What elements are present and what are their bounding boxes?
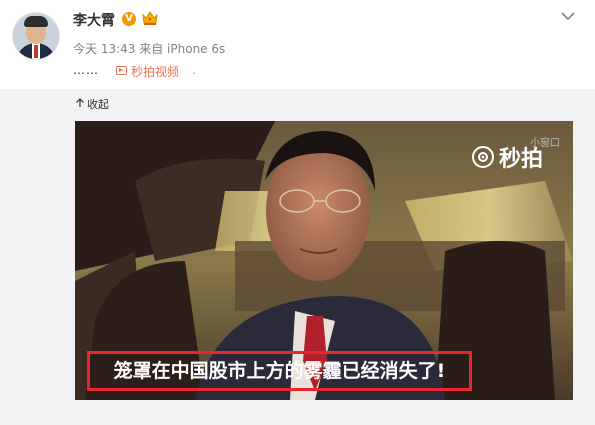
chevron-down-icon[interactable] [561, 11, 575, 21]
post-text: …… [73, 63, 99, 77]
avatar-tie [34, 45, 38, 58]
miaopai-logo-text: 秒拍 [499, 147, 544, 172]
post-time[interactable]: 今天 13:43 [73, 42, 135, 56]
video-subtitle: 笼罩在中国股市上方的雾霾已经消失了! [87, 351, 472, 391]
author-name[interactable]: 李大霄 [73, 10, 115, 30]
avatar-hair [24, 16, 48, 27]
verified-icon: V [122, 12, 136, 26]
miaopai-logo-icon [472, 146, 494, 168]
collapse-label: 收起 [87, 98, 109, 111]
video-icon [116, 66, 127, 75]
post-meta: 今天 13:43 来自 iPhone 6s [73, 40, 225, 57]
collapse-arrow-icon [76, 98, 84, 107]
post-source[interactable]: 来自 iPhone 6s [139, 42, 225, 56]
collapse-button[interactable]: 收起 [75, 96, 109, 112]
link-tail: . [192, 63, 196, 77]
miaopai-video-link[interactable]: 秒拍视频 [131, 63, 179, 80]
avatar[interactable] [12, 12, 60, 60]
weibo-post-card: 李大霄 V 今天 13:43 来自 iPhone 6s …… 秒拍视频 . 收起 [0, 0, 595, 425]
crown-icon[interactable] [141, 10, 159, 26]
